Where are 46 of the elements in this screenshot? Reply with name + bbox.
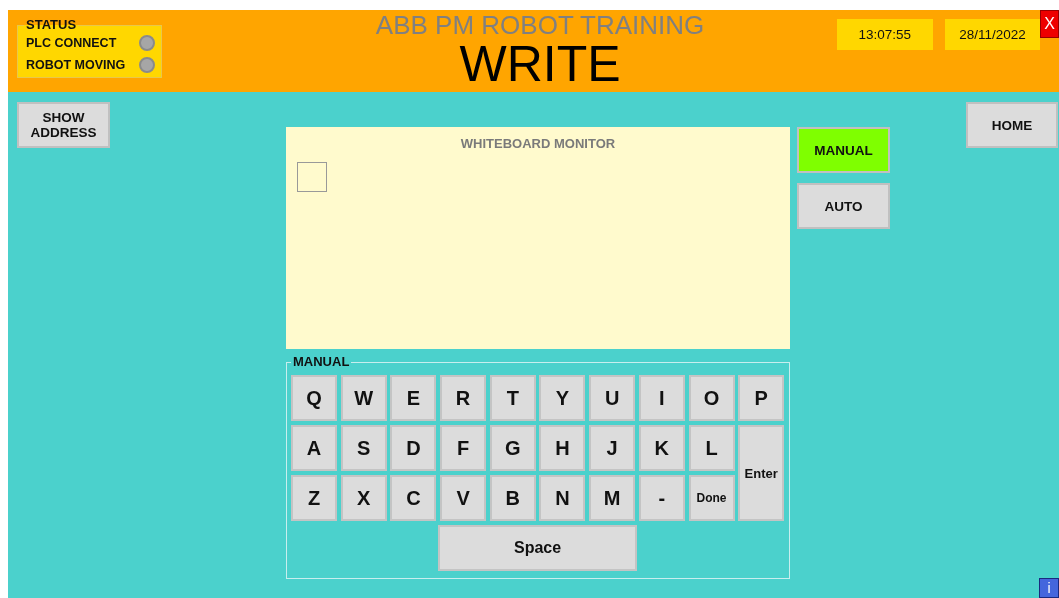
- keyboard-title: MANUAL: [292, 355, 351, 369]
- keyboard-key[interactable]: W: [340, 375, 387, 421]
- keyboard-key[interactable]: O: [688, 375, 735, 421]
- keyboard-key[interactable]: J: [589, 425, 636, 471]
- status-title: STATUS: [25, 18, 78, 32]
- keyboard-key[interactable]: E: [390, 375, 437, 421]
- home-button[interactable]: HOME: [966, 102, 1058, 148]
- keyboard-key[interactable]: T: [489, 375, 536, 421]
- keyboard-key[interactable]: M: [589, 475, 636, 521]
- mode-button[interactable]: MANUAL: [797, 127, 890, 173]
- mode-button[interactable]: AUTO: [797, 183, 890, 229]
- keyboard-key[interactable]: Done: [688, 475, 735, 521]
- keyboard-key[interactable]: L: [688, 425, 735, 471]
- keyboard-key[interactable]: U: [589, 375, 636, 421]
- keyboard-key[interactable]: R: [440, 375, 487, 421]
- keyboard-key[interactable]: G: [489, 425, 536, 471]
- page-title: WRITE: [458, 39, 622, 89]
- time-display: 13:07:55: [837, 19, 933, 50]
- keyboard-key[interactable]: Q: [291, 375, 337, 421]
- keyboard-key[interactable]: V: [440, 475, 487, 521]
- keyboard-key[interactable]: Enter: [738, 425, 785, 521]
- keyboard-key[interactable]: I: [638, 375, 685, 421]
- keyboard-key[interactable]: K: [638, 425, 685, 471]
- keyboard-key[interactable]: N: [539, 475, 586, 521]
- keyboard-key[interactable]: D: [390, 425, 437, 471]
- keyboard-key[interactable]: H: [539, 425, 586, 471]
- keyboard-key[interactable]: S: [340, 425, 387, 471]
- date-display: 28/11/2022: [944, 19, 1041, 50]
- show-address-button[interactable]: SHOW ADDRESS: [17, 102, 110, 148]
- indicator-label: PLC CONNECT: [26, 36, 117, 50]
- monitor-title: WHITEBOARD MONITOR: [459, 135, 617, 151]
- keyboard-key[interactable]: C: [390, 475, 437, 521]
- keyboard-key[interactable]: Y: [539, 375, 586, 421]
- keyboard-key[interactable]: Z: [291, 475, 337, 521]
- keyboard-key[interactable]: F: [440, 425, 487, 471]
- character-box: [297, 162, 327, 192]
- keyboard-key[interactable]: A: [291, 425, 337, 471]
- keyboard-key[interactable]: -: [638, 475, 685, 521]
- close-button[interactable]: X: [1040, 10, 1059, 38]
- app-title: ABB PM ROBOT TRAINING: [374, 11, 706, 39]
- indicator-label: ROBOT MOVING: [26, 58, 126, 72]
- keyboard-key[interactable]: B: [489, 475, 536, 521]
- keyboard-key[interactable]: P: [738, 375, 785, 421]
- keyboard-key[interactable]: X: [340, 475, 387, 521]
- keyboard-key[interactable]: Space: [438, 525, 638, 571]
- info-button[interactable]: i: [1039, 578, 1059, 598]
